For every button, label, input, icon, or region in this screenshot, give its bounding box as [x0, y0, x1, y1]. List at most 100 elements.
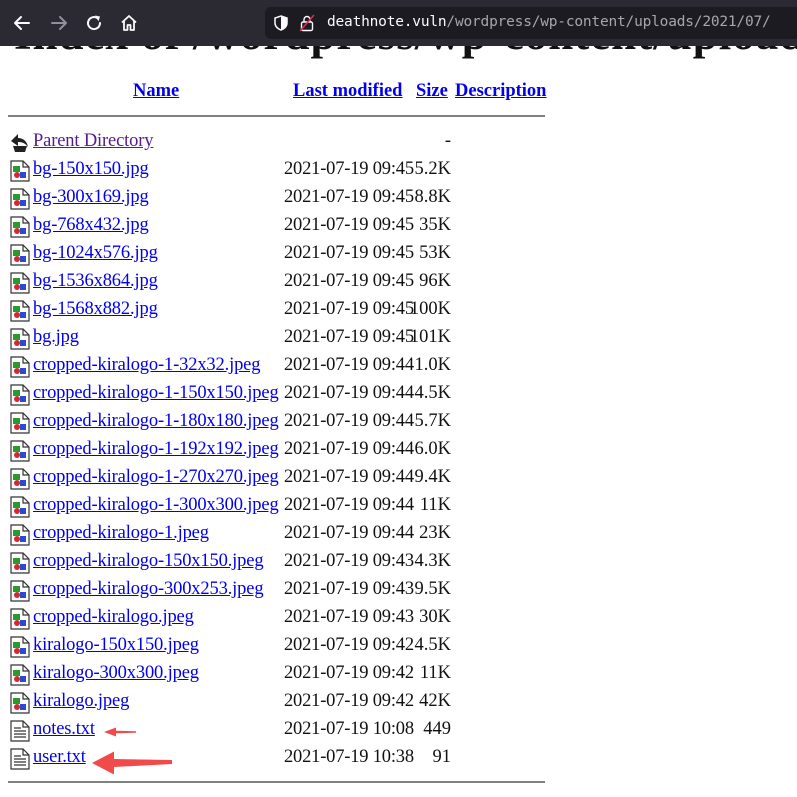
table-row: bg-1536x864.jpg 2021-07-19 09:45 96K — [8, 269, 553, 297]
header-divider — [8, 115, 545, 117]
file-link[interactable]: cropped-kiralogo-1-192x192.jpeg — [33, 439, 279, 460]
image-file-icon — [10, 272, 30, 294]
file-link[interactable]: cropped-kiralogo-1-150x150.jpeg — [33, 383, 279, 404]
size-cell: 449 — [423, 719, 451, 739]
size-cell: 53K — [419, 243, 451, 263]
image-file-icon — [10, 664, 30, 686]
size-cell: 1.0K — [414, 355, 452, 375]
file-link[interactable]: cropped-kiralogo-1.jpeg — [33, 523, 209, 544]
size-cell: 9.5K — [414, 579, 452, 599]
size-cell: 4.3K — [414, 551, 452, 571]
table-row: bg-768x432.jpg 2021-07-19 09:45 35K — [8, 213, 553, 241]
size-cell: 9.4K — [414, 467, 452, 487]
directory-listing: Name Last modified Size Description Pare… — [8, 75, 553, 783]
image-file-icon — [10, 384, 30, 406]
file-link[interactable]: bg-150x150.jpg — [33, 159, 149, 180]
file-link[interactable]: kiralogo.jpeg — [33, 691, 129, 712]
image-file-icon — [10, 608, 30, 630]
table-row: cropped-kiralogo-1-192x192.jpeg 2021-07-1… — [8, 437, 553, 465]
url-path: /wordpress/wp-content/uploads/2021/07/ — [446, 14, 771, 30]
size-cell: 35K — [419, 215, 451, 235]
url-host: deathnote.vuln — [327, 14, 447, 30]
file-link[interactable]: cropped-kiralogo-1-180x180.jpeg — [33, 411, 279, 432]
page-heading: Index of /wordpress/wp-content/uploads/2… — [14, 46, 797, 60]
parent-directory-icon — [10, 132, 30, 154]
text-file-icon — [10, 720, 30, 742]
size-cell: 5.7K — [414, 411, 452, 431]
table-row: cropped-kiralogo-1-32x32.jpeg 2021-07-19 … — [8, 353, 553, 381]
file-link[interactable]: bg-768x432.jpg — [33, 215, 149, 236]
table-row: cropped-kiralogo-1-270x270.jpeg 2021-07-1… — [8, 465, 553, 493]
sort-by-last-modified-link[interactable]: Last modified — [293, 81, 402, 102]
notes-arrow-icon — [104, 727, 136, 737]
url-text[interactable]: deathnote.vuln/wordpress/wp-content/uplo… — [327, 14, 771, 30]
forward-arrow-icon — [51, 16, 67, 30]
back-button[interactable] — [9, 10, 35, 36]
size-cell: 4.5K — [414, 383, 452, 403]
table-row: cropped-kiralogo.jpeg 2021-07-19 09:43 30K — [8, 605, 553, 633]
image-file-icon — [10, 636, 30, 658]
image-file-icon — [10, 580, 30, 602]
image-file-icon — [10, 552, 30, 574]
size-cell: 30K — [419, 607, 451, 627]
size-cell: 6.0K — [414, 439, 452, 459]
size-cell: 91 — [432, 747, 452, 767]
image-file-icon — [10, 300, 30, 322]
table-row: bg.jpg 2021-07-19 09:45 101K — [8, 325, 553, 353]
lock-icon[interactable] — [299, 14, 315, 32]
size-cell: 101K — [409, 327, 451, 347]
listing-header: Name Last modified Size Description — [8, 75, 553, 115]
home-button[interactable] — [116, 10, 142, 36]
file-link[interactable]: kiralogo-300x300.jpeg — [33, 663, 199, 684]
file-link[interactable]: kiralogo-150x150.jpeg — [33, 635, 199, 656]
size-cell: 96K — [419, 271, 451, 291]
size-cell: 4.5K — [414, 635, 452, 655]
home-icon — [121, 15, 137, 31]
file-link[interactable]: bg-300x169.jpg — [33, 187, 149, 208]
image-file-icon — [10, 188, 30, 210]
table-row: Parent Directory - — [8, 129, 553, 157]
file-link[interactable]: cropped-kiralogo-1-32x32.jpeg — [33, 355, 260, 376]
table-row: notes.txt 2021-07-19 10:08 449 — [8, 717, 553, 745]
parent-directory-link[interactable]: Parent Directory — [33, 131, 154, 152]
file-link[interactable]: bg-1568x882.jpg — [33, 299, 158, 320]
size-cell: - — [444, 131, 451, 151]
file-link[interactable]: cropped-kiralogo-300x253.jpeg — [33, 579, 264, 600]
file-link[interactable]: cropped-kiralogo-150x150.jpeg — [33, 551, 264, 572]
size-cell: 23K — [419, 523, 451, 543]
table-row: bg-1568x882.jpg 2021-07-19 09:45 100K — [8, 297, 553, 325]
table-row: cropped-kiralogo-300x253.jpeg 2021-07-19 … — [8, 577, 553, 605]
table-row: bg-1024x576.jpg 2021-07-19 09:45 53K — [8, 241, 553, 269]
forward-button[interactable] — [46, 10, 72, 36]
size-cell: 8.8K — [414, 187, 452, 207]
sort-by-description-link[interactable]: Description — [455, 81, 546, 102]
image-file-icon — [10, 328, 30, 350]
file-link[interactable]: cropped-kiralogo-1-270x270.jpeg — [33, 467, 279, 488]
back-arrow-icon — [14, 16, 30, 30]
table-row: kiralogo-150x150.jpeg 2021-07-19 09:42 4.5… — [8, 633, 553, 661]
image-file-icon — [10, 160, 30, 182]
file-link[interactable]: notes.txt — [33, 719, 95, 740]
file-link[interactable]: cropped-kiralogo.jpeg — [33, 607, 194, 628]
sort-by-size-link[interactable]: Size — [416, 81, 448, 102]
image-file-icon — [10, 244, 30, 266]
file-link[interactable]: user.txt — [33, 747, 86, 768]
image-file-icon — [10, 412, 30, 434]
file-link[interactable]: bg-1024x576.jpg — [33, 243, 158, 264]
size-cell: 11K — [419, 495, 451, 515]
file-link[interactable]: cropped-kiralogo-1-300x300.jpeg — [33, 495, 279, 516]
address-bar[interactable]: deathnote.vuln/wordpress/wp-content/uplo… — [265, 7, 797, 39]
table-row: cropped-kiralogo-1-150x150.jpeg 2021-07-1… — [8, 381, 553, 409]
table-row: kiralogo-300x300.jpeg 2021-07-19 09:42 11K — [8, 661, 553, 689]
shield-icon[interactable] — [273, 15, 289, 31]
text-file-icon — [10, 748, 30, 770]
file-link[interactable]: bg-1536x864.jpg — [33, 271, 158, 292]
size-cell: 42K — [419, 691, 451, 711]
sort-by-name-link[interactable]: Name — [133, 81, 179, 102]
image-file-icon — [10, 356, 30, 378]
reload-button[interactable] — [81, 10, 107, 36]
table-row: bg-150x150.jpg 2021-07-19 09:45 5.2K — [8, 157, 553, 185]
table-row: cropped-kiralogo-150x150.jpeg 2021-07-19 … — [8, 549, 553, 577]
browser-toolbar: deathnote.vuln/wordpress/wp-content/uplo… — [0, 0, 797, 46]
file-link[interactable]: bg.jpg — [33, 327, 79, 348]
